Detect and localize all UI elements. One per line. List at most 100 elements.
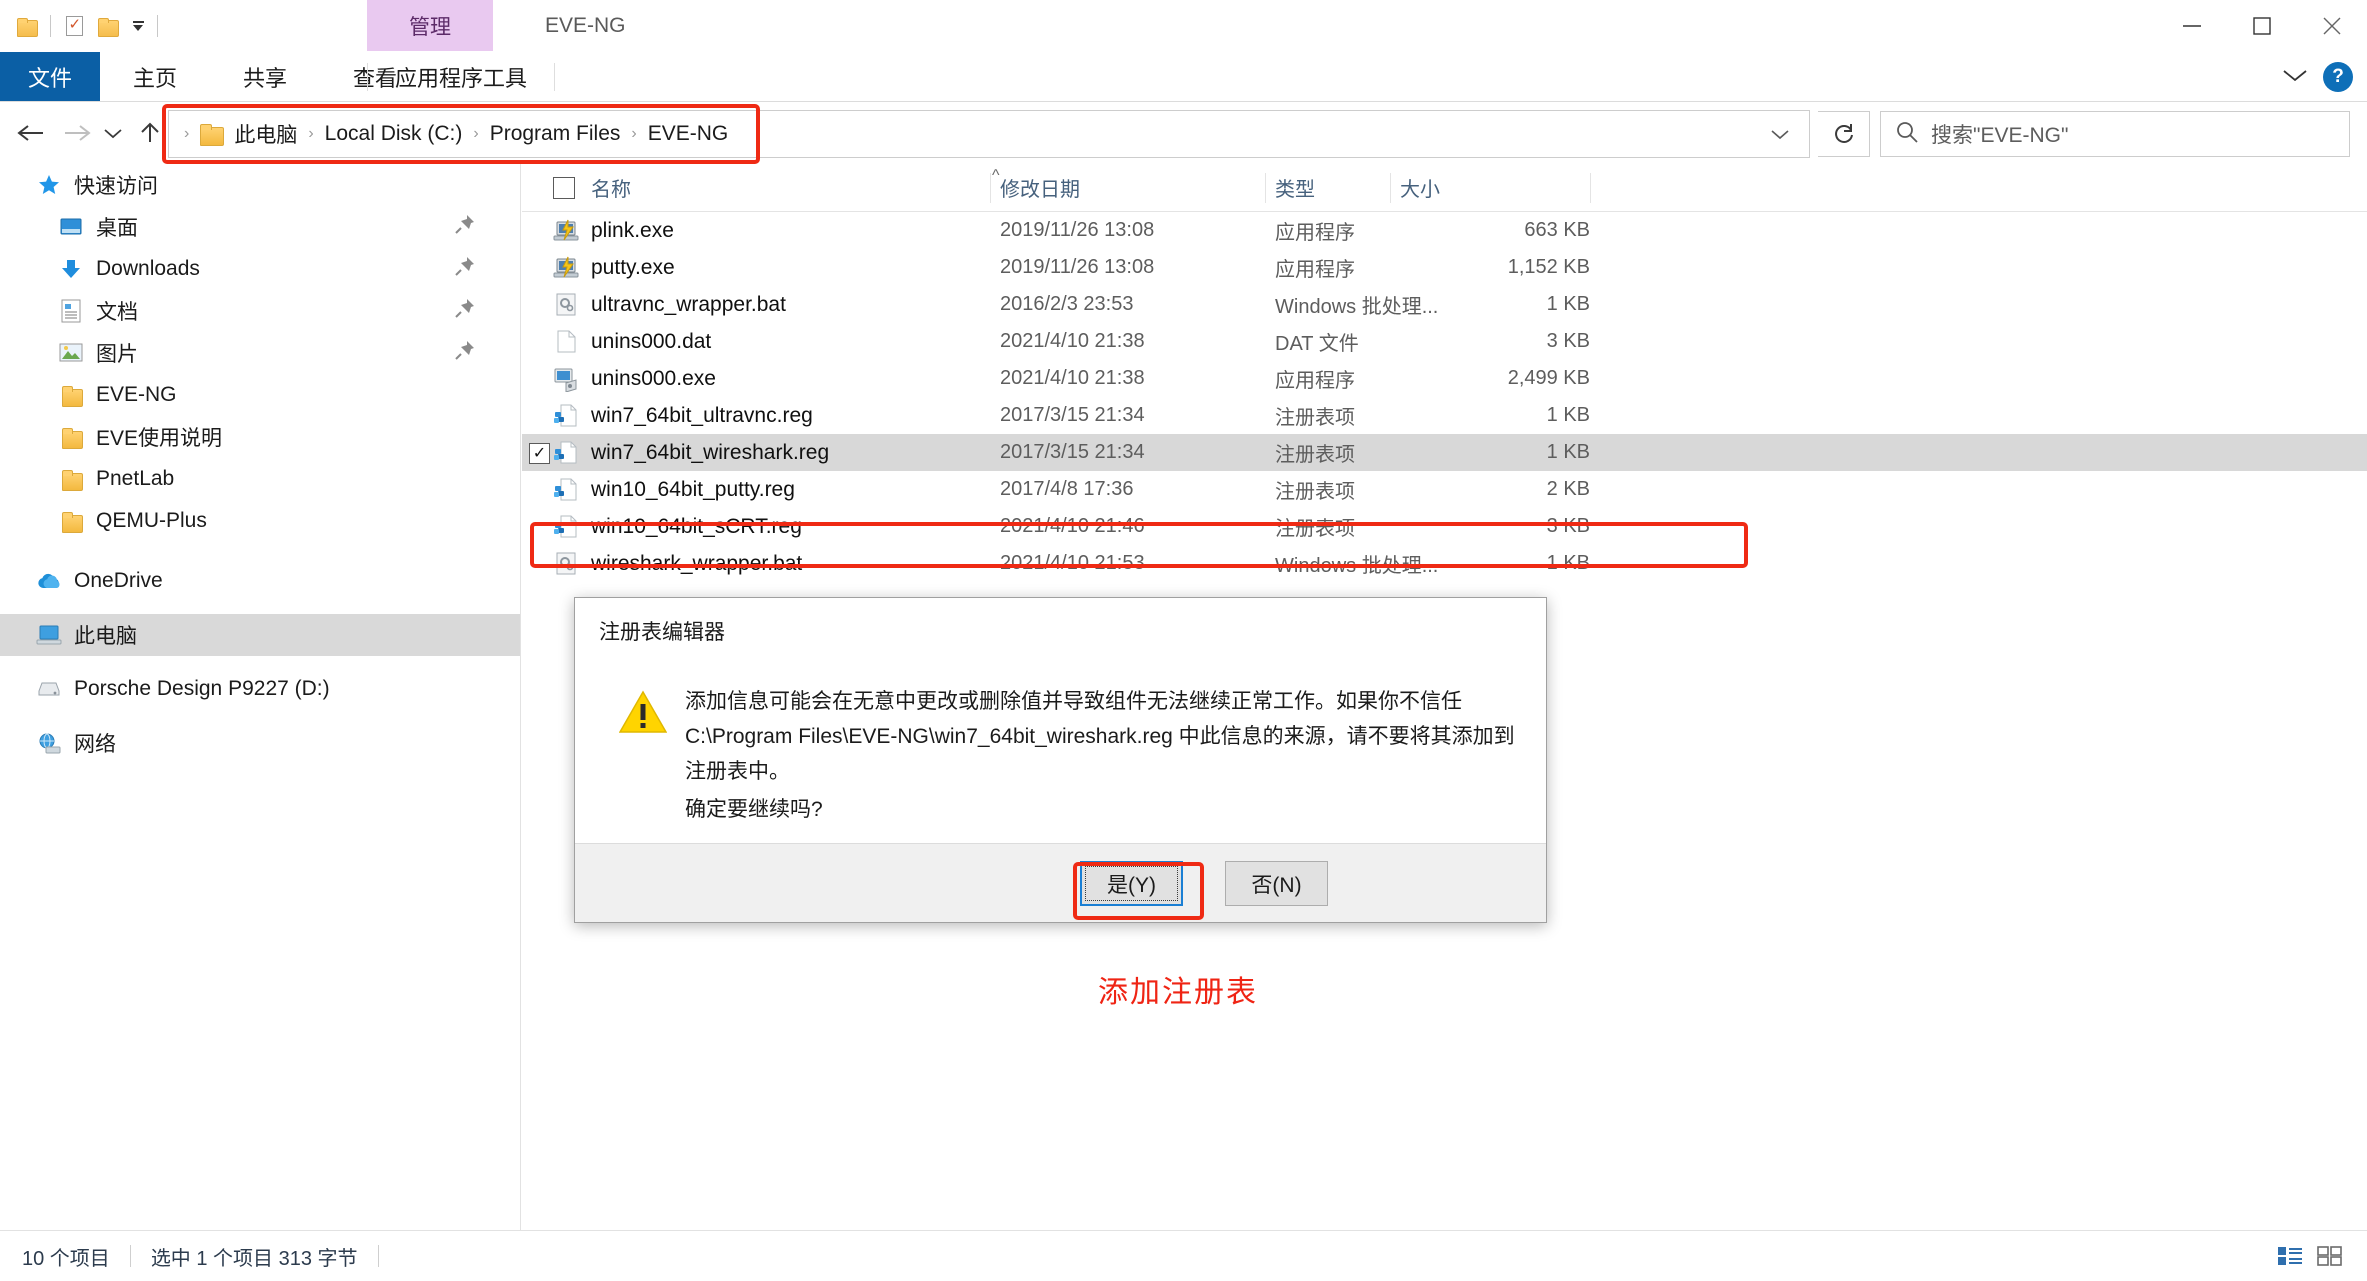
breadcrumb-chevron-icon-1[interactable]: › xyxy=(468,125,483,143)
table-row[interactable]: win10_64bit_putty.reg 2017/4/8 17:36 注册表… xyxy=(522,471,2367,508)
file-name-cell[interactable]: putty.exe xyxy=(553,249,675,286)
table-row[interactable]: win7_64bit_ultravnc.reg 2017/3/15 21:34 … xyxy=(522,397,2367,434)
column-divider-3[interactable] xyxy=(1390,173,1391,203)
sidebar-item-pictures[interactable]: 图片 xyxy=(0,332,520,374)
expand-ribbon-chevron-down-icon[interactable] xyxy=(2281,66,2309,89)
file-name-text: win10_64bit_sCRT.reg xyxy=(591,514,802,538)
sidebar-item-pnetlab[interactable]: PnetLab xyxy=(0,458,520,500)
file-type-cell: DAT 文件 xyxy=(1275,333,1359,355)
sidebar-item-label: Downloads xyxy=(96,257,200,280)
sidebar-item-porsche-drive[interactable]: Porsche Design P9227 (D:) xyxy=(0,668,520,710)
warning-icon xyxy=(618,690,668,734)
new-folder-icon[interactable] xyxy=(91,9,125,43)
registry-editor-dialog: 注册表编辑器 添加信息可能会在无意中更改或删除值并导致组件无法继续正常工作。如果… xyxy=(574,597,1547,923)
sidebar-item-this-pc[interactable]: 此电脑 xyxy=(0,614,520,656)
breadcrumb-chevron-icon-2[interactable]: › xyxy=(626,125,641,143)
maximize-button[interactable] xyxy=(2227,0,2297,51)
table-row[interactable]: win10_64bit_sCRT.reg 2021/4/10 21:46 注册表… xyxy=(522,508,2367,545)
file-size-cell: 1 KB xyxy=(1546,552,1590,574)
sidebar-item-onedrive[interactable]: OneDrive xyxy=(0,560,520,602)
file-size-cell: 2 KB xyxy=(1546,478,1590,500)
close-button[interactable] xyxy=(2297,0,2367,51)
sidebar-item-qemu-plus[interactable]: QEMU-Plus xyxy=(0,500,520,542)
file-name-cell[interactable]: plink.exe xyxy=(553,212,674,249)
no-button[interactable]: 否(N) xyxy=(1225,861,1328,906)
table-row[interactable]: plink.exe 2019/11/26 13:08 应用程序 663 KB xyxy=(522,212,2367,249)
table-row[interactable]: ultravnc_wrapper.bat 2016/2/3 23:53 Wind… xyxy=(522,286,2367,323)
forward-button[interactable] xyxy=(54,102,100,164)
breadcrumb-item-2[interactable]: Program Files xyxy=(484,122,627,146)
file-name-text: ultravnc_wrapper.bat xyxy=(591,292,786,316)
large-icons-view-icon[interactable] xyxy=(2315,1241,2345,1271)
tab-file[interactable]: 文件 xyxy=(0,52,100,101)
yes-button[interactable]: 是(Y) xyxy=(1080,861,1183,906)
table-row[interactable]: putty.exe 2019/11/26 13:08 应用程序 1,152 KB xyxy=(522,249,2367,286)
table-row-selected[interactable]: ✓ win7_64bit_wireshark.reg 2017/3/15 21:… xyxy=(522,434,2367,471)
sidebar-item-downloads[interactable]: Downloads xyxy=(0,248,520,290)
file-name-cell[interactable]: win10_64bit_sCRT.reg xyxy=(553,508,802,545)
search-input[interactable]: 搜索"EVE-NG" xyxy=(1931,119,2068,149)
row-checkbox[interactable]: ✓ xyxy=(529,443,550,464)
tab-home[interactable]: 主页 xyxy=(100,52,210,101)
properties-icon[interactable] xyxy=(57,9,91,43)
file-name-cell[interactable]: unins000.dat xyxy=(553,323,711,360)
sidebar-group-quick-access[interactable]: 快速访问 xyxy=(0,164,520,206)
pin-icon[interactable] xyxy=(454,297,476,325)
sidebar-item-network[interactable]: 网络 xyxy=(0,722,520,764)
file-name-cell[interactable]: ✓ win7_64bit_wireshark.reg xyxy=(529,434,829,471)
back-button[interactable] xyxy=(8,102,54,164)
details-view-icon[interactable] xyxy=(2275,1241,2305,1271)
folder-icon xyxy=(56,423,86,451)
file-date-cell: 2019/11/26 13:08 xyxy=(1000,256,1155,278)
up-button[interactable] xyxy=(130,102,170,164)
column-header-size[interactable]: 大小 xyxy=(1400,164,1440,211)
select-all-checkbox[interactable] xyxy=(553,176,575,199)
help-icon[interactable]: ? xyxy=(2323,62,2353,92)
column-divider-2[interactable] xyxy=(1265,173,1266,203)
table-row[interactable]: unins000.exe 2021/4/10 21:38 应用程序 2,499 … xyxy=(522,360,2367,397)
sidebar-item-desktop[interactable]: 桌面 xyxy=(0,206,520,248)
file-name-cell[interactable]: unins000.exe xyxy=(553,360,716,397)
file-size-cell: 1 KB xyxy=(1546,293,1590,315)
column-header-type[interactable]: 类型 xyxy=(1275,164,1315,211)
sidebar-item-label: EVE-NG xyxy=(96,383,177,406)
sidebar-group-label: 快速访问 xyxy=(74,175,158,198)
file-name-cell[interactable]: ultravnc_wrapper.bat xyxy=(553,286,786,323)
folder-icon xyxy=(56,465,86,493)
breadcrumb-address-bar[interactable]: › 此电脑 › Local Disk (C:) › Program Files … xyxy=(168,110,1810,158)
breadcrumb-item-0[interactable]: 此电脑 xyxy=(228,119,303,149)
table-row[interactable]: unins000.dat 2021/4/10 21:38 DAT 文件 3 KB xyxy=(522,323,2367,360)
downloads-icon xyxy=(56,255,86,283)
sidebar-item-eve-manual[interactable]: EVE使用说明 xyxy=(0,416,520,458)
table-row[interactable]: wireshark_wrapper.bat 2021/4/10 21:53 Wi… xyxy=(522,545,2367,582)
sidebar-item-label: QEMU-Plus xyxy=(96,509,207,532)
tab-application-tools[interactable]: 应用程序工具 xyxy=(368,52,554,101)
file-name-cell[interactable]: wireshark_wrapper.bat xyxy=(553,545,802,582)
column-header-date[interactable]: 修改日期 xyxy=(1000,164,1080,211)
column-divider-4[interactable] xyxy=(1590,173,1591,203)
pin-icon[interactable] xyxy=(454,339,476,367)
pin-icon[interactable] xyxy=(454,213,476,241)
address-dropdown-chevron-down-icon[interactable] xyxy=(1759,111,1801,157)
file-size-cell: 2,499 KB xyxy=(1507,367,1590,389)
pin-icon[interactable] xyxy=(454,255,476,283)
file-name-cell[interactable]: win10_64bit_putty.reg xyxy=(553,471,795,508)
breadcrumb-item-3[interactable]: EVE-NG xyxy=(642,122,735,146)
column-header-name[interactable]: 名称 xyxy=(553,164,631,211)
search-box[interactable]: 搜索"EVE-NG" xyxy=(1880,111,2350,157)
breadcrumb-chevron-icon-0[interactable]: › xyxy=(303,125,318,143)
sidebar-item-eve-ng[interactable]: EVE-NG xyxy=(0,374,520,416)
contextual-tab-manage[interactable]: 管理 xyxy=(367,0,493,51)
star-icon xyxy=(34,171,64,199)
customize-toolbar-chevron-down-icon[interactable] xyxy=(125,9,151,43)
refresh-button[interactable] xyxy=(1818,111,1870,157)
pin-to-quick-access-icon[interactable] xyxy=(10,9,44,43)
sidebar-item-documents[interactable]: 文档 xyxy=(0,290,520,332)
breadcrumb-item-1[interactable]: Local Disk (C:) xyxy=(319,122,469,146)
minimize-button[interactable] xyxy=(2157,0,2227,51)
file-name-cell[interactable]: win7_64bit_ultravnc.reg xyxy=(553,397,813,434)
recent-locations-chevron-down-icon[interactable] xyxy=(96,102,130,164)
column-divider-1[interactable] xyxy=(990,173,991,203)
tab-share[interactable]: 共享 xyxy=(210,52,320,101)
